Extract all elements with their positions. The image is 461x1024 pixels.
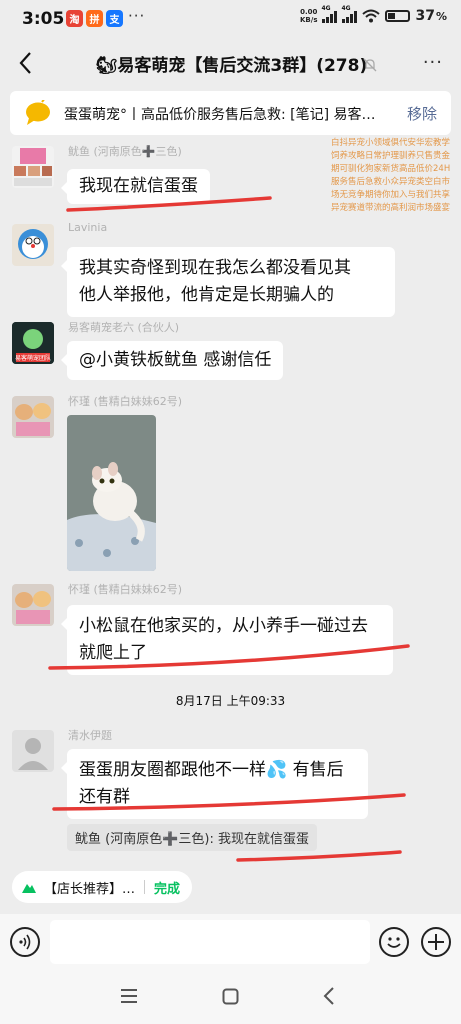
red-underline-annotation — [66, 196, 272, 212]
menu-icon[interactable] — [120, 988, 138, 1004]
mute-bell-icon — [363, 58, 377, 72]
sender-name: 鱿鱼 (河南原色➕三色) — [68, 145, 182, 158]
network-speed: 0.00 KB/s — [300, 8, 318, 24]
chat-header: 🐿易客萌宠【售后交流3群】(278) ··· — [0, 40, 461, 86]
red-underline-annotation — [236, 850, 402, 862]
status-indicators: 0.00 KB/s 4G 4G 37 % — [300, 5, 447, 25]
status-time: 3:05 — [22, 9, 65, 29]
sender-name: 清水伊题 — [68, 729, 112, 742]
more-functions-button[interactable] — [421, 927, 451, 957]
done-button[interactable]: 完成 — [154, 878, 180, 897]
time-separator: 8月17日 上午09:33 — [175, 694, 286, 708]
remove-pin-button[interactable]: 移除 — [407, 103, 437, 124]
avatar-label: 易客萌宠团队 — [14, 355, 51, 362]
voice-icon — [19, 934, 31, 950]
more-notifications-icon: ··· — [128, 7, 146, 25]
system-navigation-bar — [0, 972, 461, 1024]
voice-input-button[interactable] — [10, 927, 40, 957]
chat-message: Lavinia 我其实奇怪到现在我怎么都没看见其 他人举报他，他肯定是长期骗人的 — [12, 221, 442, 317]
shop-recommend-chip[interactable]: 【店长推荐】… 完成 — [12, 871, 193, 903]
chat-title: 🐿易客萌宠【售后交流3群】(278) — [95, 56, 368, 76]
red-underline-annotation — [52, 793, 406, 811]
pinned-message-text: 蛋蛋萌宠°丨高品低价服务售后急救: [笔记] 易客… — [64, 107, 376, 123]
message-text-line: 他人举报他，他肯定是长期骗人的 — [79, 285, 334, 305]
message-input[interactable] — [50, 920, 370, 964]
home-icon[interactable] — [222, 988, 239, 1005]
red-underline-annotation — [48, 644, 410, 670]
emoji-icon — [387, 937, 401, 948]
photo-message[interactable] — [67, 415, 156, 571]
chat-message: 易客萌宠团队 易客萌宠老六 (合伙人) @小黄铁板鱿鱼 感谢信任 — [12, 321, 442, 384]
avatar[interactable] — [12, 396, 54, 438]
message-bubble[interactable]: 我其实奇怪到现在我怎么都没看见其 他人举报他，他肯定是长期骗人的 — [61, 247, 395, 317]
sender-name: 怀瑾 (售精白妹妹62号) — [68, 583, 183, 596]
back-icon[interactable] — [14, 48, 42, 78]
emoji-button[interactable] — [379, 927, 409, 957]
more-options-icon[interactable]: ··· — [423, 52, 443, 73]
message-text-line: 我其实奇怪到现在我怎么都没看见其 — [79, 258, 351, 278]
sender-name: 怀瑾 (售精白妹妹62号) — [68, 395, 183, 408]
message-bubble[interactable]: @小黄铁板鱿鱼 感谢信任 — [60, 341, 284, 380]
avatar[interactable] — [12, 584, 54, 626]
mountain-icon — [22, 884, 36, 893]
avatar[interactable] — [12, 146, 54, 188]
sender-name: Lavinia — [68, 221, 108, 234]
avatar[interactable] — [12, 224, 54, 266]
back-nav-icon[interactable] — [322, 986, 336, 1006]
wifi-icon — [362, 9, 381, 23]
alipay-icon: 支 — [106, 10, 123, 27]
message-text-line: 蛋蛋朋友圈都跟他不一样💦 有售后 — [79, 760, 344, 780]
app-notification-icon: 淘 — [66, 10, 83, 27]
signal-icon: 4G — [321, 5, 338, 23]
notification-icons: 淘 拼 支 — [66, 10, 123, 27]
status-bar: 3:05 淘 拼 支 ··· 0.00 KB/s 4G 4G 37 % — [0, 0, 461, 40]
app-notification-icon: 拼 — [86, 10, 103, 27]
pinned-message-bar[interactable]: 蛋蛋萌宠°丨高品低价服务售后急救: [笔记] 易客… 移除 — [10, 91, 451, 135]
sugar-glider-photo — [67, 415, 156, 571]
avatar[interactable] — [12, 730, 54, 772]
message-text: @小黄铁板鱿鱼 感谢信任 — [79, 350, 272, 370]
pinned-bubble-icon — [26, 100, 50, 125]
input-bar — [0, 914, 461, 972]
chat-message: 怀瑾 (售精白妹妹62号) — [12, 395, 442, 574]
battery-percent-sign: % — [435, 9, 447, 23]
battery-icon — [385, 10, 411, 22]
plus-icon — [428, 934, 444, 950]
avatar[interactable]: 易客萌宠团队 — [12, 322, 54, 364]
sender-name: 易客萌宠老六 (合伙人) — [68, 321, 180, 334]
battery-percent: 37 — [415, 8, 435, 24]
chip-divider — [144, 880, 146, 894]
chip-label: 【店长推荐】… — [44, 881, 136, 897]
signal-icon: 4G — [341, 5, 358, 23]
